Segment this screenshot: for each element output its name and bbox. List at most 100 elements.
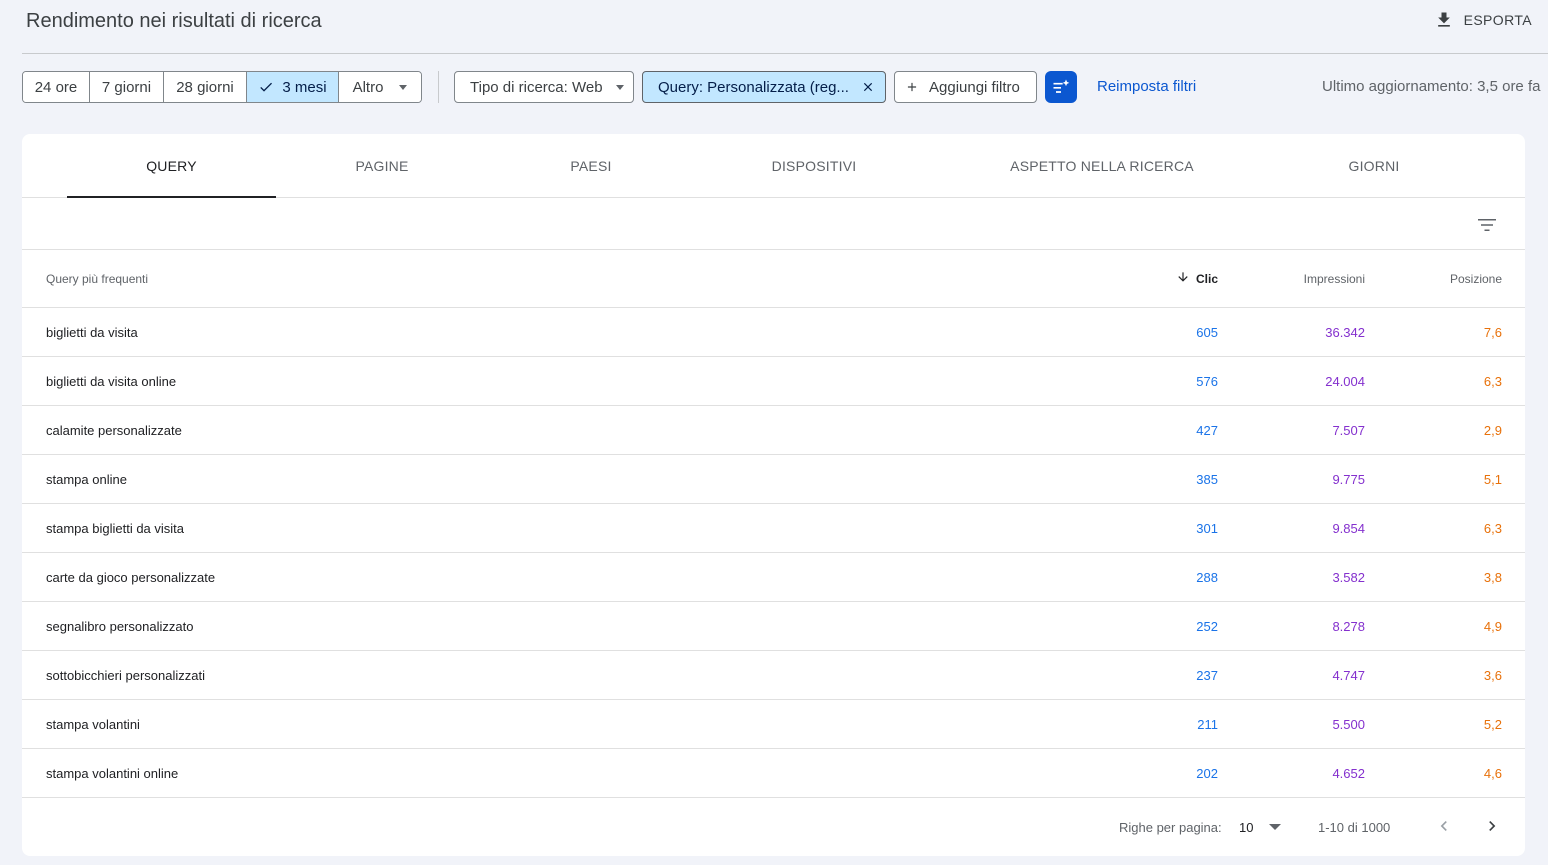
- results-card: QUERY PAGINE PAESI DISPOSITIVI ASPETTO N…: [22, 134, 1525, 856]
- table-header: Query più frequenti Clic Impressioni Pos…: [22, 251, 1525, 308]
- position-cell: 3,6: [1483, 668, 1502, 683]
- column-header-position[interactable]: Posizione: [1450, 272, 1502, 286]
- table-row[interactable]: stampa biglietti da visita 301 9.854 6,3: [22, 504, 1525, 553]
- table-row[interactable]: stampa online 385 9.775 5,1: [22, 455, 1525, 504]
- tab-devices[interactable]: DISPOSITIVI: [742, 134, 886, 198]
- position-cell: 5,2: [1483, 717, 1502, 732]
- date-option-3m-label: 3 mesi: [282, 78, 327, 96]
- add-filter-button[interactable]: Aggiungi filtro: [894, 71, 1037, 103]
- impressions-cell: 24.004: [1325, 374, 1365, 389]
- date-option-more-label: Altro: [352, 78, 384, 96]
- date-option-24h[interactable]: 24 ore: [23, 72, 90, 102]
- check-icon: [260, 82, 273, 92]
- last-update-text: Ultimo aggiornamento: 3,5 ore fa: [1322, 78, 1541, 95]
- chevron-left-icon[interactable]: [1434, 816, 1454, 836]
- filter-bar: 24 ore 7 giorni 28 giorni 3 mesi Altro T…: [22, 71, 1548, 103]
- impressions-cell: 8.278: [1332, 619, 1365, 634]
- search-type-dropdown[interactable]: Tipo di ricerca: Web: [454, 71, 634, 103]
- chevron-right-icon[interactable]: [1482, 816, 1502, 836]
- query-cell: carte da gioco personalizzate: [46, 570, 216, 585]
- query-cell: stampa volantini online: [46, 766, 179, 781]
- impressions-cell: 9.775: [1332, 472, 1365, 487]
- impressions-cell: 9.854: [1332, 521, 1365, 536]
- position-cell: 6,3: [1483, 374, 1502, 389]
- smart-filter-button[interactable]: [1045, 71, 1077, 103]
- active-tab-indicator: [67, 196, 276, 198]
- page-header: Rendimento nei risultati di ricerca ESPO…: [0, 0, 1548, 54]
- clicks-cell: 301: [1196, 521, 1218, 536]
- impressions-cell: 4.747: [1332, 668, 1365, 683]
- table-row[interactable]: stampa volantini online 202 4.652 4,6: [22, 749, 1525, 798]
- clicks-cell: 605: [1196, 325, 1218, 340]
- tab-search-appearance[interactable]: ASPETTO NELLA RICERCA: [992, 134, 1212, 198]
- date-option-3m[interactable]: 3 mesi: [247, 72, 339, 102]
- table-row[interactable]: carte da gioco personalizzate 288 3.582 3,8: [22, 553, 1525, 602]
- date-range-selector: 24 ore 7 giorni 28 giorni 3 mesi Altro: [22, 71, 422, 103]
- tab-countries[interactable]: PAESI: [522, 134, 660, 198]
- query-cell: stampa online: [46, 472, 127, 487]
- table-row[interactable]: segnalibro personalizzato 252 8.278 4,9: [22, 602, 1525, 651]
- table-row[interactable]: calamite personalizzate 427 7.507 2,9: [22, 406, 1525, 455]
- reset-filters-link[interactable]: Reimposta filtri: [1097, 78, 1196, 95]
- clicks-cell: 427: [1196, 423, 1218, 438]
- dimension-tabs: QUERY PAGINE PAESI DISPOSITIVI ASPETTO N…: [22, 134, 1525, 198]
- clicks-cell: 252: [1196, 619, 1218, 634]
- query-cell: sottobicchieri personalizzati: [46, 668, 205, 683]
- filter-separator: [438, 71, 439, 103]
- header-divider: [22, 53, 1548, 54]
- clicks-cell: 576: [1196, 374, 1218, 389]
- clicks-cell: 288: [1196, 570, 1218, 585]
- impressions-cell: 7.507: [1332, 423, 1365, 438]
- impressions-cell: 3.582: [1332, 570, 1365, 585]
- pagination: Righe per pagina: 10 1-10 di 1000: [22, 807, 1525, 847]
- rows-per-page-select[interactable]: 10: [1239, 820, 1253, 835]
- close-icon[interactable]: [861, 80, 875, 94]
- clicks-cell: 385: [1196, 472, 1218, 487]
- filter-sparkle-icon: [1053, 79, 1070, 93]
- position-cell: 4,9: [1483, 619, 1502, 634]
- position-cell: 7,6: [1483, 325, 1502, 340]
- arrow-down-icon: [1178, 272, 1188, 282]
- column-header-query[interactable]: Query più frequenti: [46, 272, 148, 286]
- table-row[interactable]: biglietti da visita online 576 24.004 6,3: [22, 357, 1525, 406]
- filter-list-icon[interactable]: [1475, 213, 1499, 237]
- table-toolbar: [22, 199, 1525, 250]
- page-title: Rendimento nei risultati di ricerca: [26, 10, 322, 32]
- chevron-down-icon: [399, 84, 408, 90]
- position-cell: 4,6: [1483, 766, 1502, 781]
- chevron-down-icon[interactable]: [1269, 824, 1281, 830]
- query-filter-label: Query: Personalizzata (reg...: [658, 78, 849, 96]
- column-header-impressions[interactable]: Impressioni: [1304, 272, 1365, 286]
- query-cell: biglietti da visita: [46, 325, 138, 340]
- table-row[interactable]: sottobicchieri personalizzati 237 4.747 3,6: [22, 651, 1525, 700]
- table-row[interactable]: stampa volantini 211 5.500 5,2: [22, 700, 1525, 749]
- query-cell: biglietti da visita online: [46, 374, 177, 389]
- impressions-cell: 5.500: [1332, 717, 1365, 732]
- date-option-7d[interactable]: 7 giorni: [90, 72, 164, 102]
- page-range: 1-10 di 1000: [1318, 820, 1391, 835]
- column-header-clicks[interactable]: Clic: [1178, 272, 1218, 286]
- tab-query[interactable]: QUERY: [67, 134, 276, 198]
- position-cell: 3,8: [1483, 570, 1502, 585]
- chevron-down-icon: [615, 84, 624, 90]
- clicks-cell: 202: [1196, 766, 1218, 781]
- export-label: ESPORTA: [1463, 12, 1532, 28]
- query-filter-chip[interactable]: Query: Personalizzata (reg...: [642, 71, 886, 103]
- position-cell: 2,9: [1483, 423, 1502, 438]
- search-type-label: Tipo di ricerca: Web: [470, 78, 603, 96]
- position-cell: 6,3: [1483, 521, 1502, 536]
- query-cell: stampa volantini: [46, 717, 140, 732]
- date-option-more[interactable]: Altro: [339, 72, 421, 102]
- clicks-cell: 211: [1197, 717, 1218, 732]
- query-cell: segnalibro personalizzato: [46, 619, 194, 634]
- position-cell: 5,1: [1483, 472, 1502, 487]
- query-cell: stampa biglietti da visita: [46, 521, 185, 536]
- impressions-cell: 4.652: [1332, 766, 1365, 781]
- plus-icon: [907, 82, 917, 92]
- tab-pages[interactable]: PAGINE: [312, 134, 452, 198]
- query-cell: calamite personalizzate: [46, 423, 182, 438]
- export-button[interactable]: ESPORTA: [1434, 10, 1532, 30]
- tab-days[interactable]: GIORNI: [1312, 134, 1436, 198]
- table-row[interactable]: biglietti da visita 605 36.342 7,6: [22, 308, 1525, 357]
- date-option-28d[interactable]: 28 giorni: [164, 72, 247, 102]
